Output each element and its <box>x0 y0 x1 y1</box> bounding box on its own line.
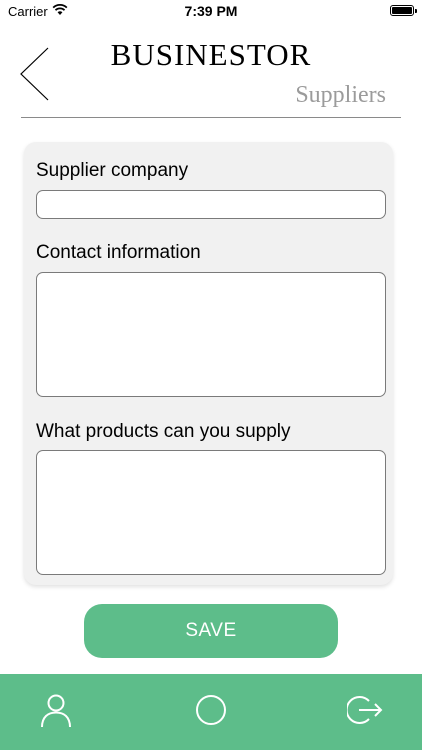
tab-logout[interactable] <box>345 690 385 730</box>
contact-information-input[interactable] <box>36 272 386 397</box>
supplier-form: Supplier company Contact information Wha… <box>24 142 393 585</box>
supplier-company-label: Supplier company <box>36 160 189 181</box>
status-time: 7:39 PM <box>184 3 238 19</box>
tab-home[interactable] <box>191 690 231 730</box>
battery-icon <box>390 5 417 16</box>
status-bar: Carrier 7:39 PM <box>0 0 422 22</box>
logout-icon <box>347 696 383 724</box>
header-divider <box>21 117 401 118</box>
supplier-company-input[interactable] <box>36 190 386 219</box>
tab-profile[interactable] <box>36 690 76 730</box>
circle-icon <box>196 695 226 725</box>
app-title: BUSINESTOR <box>110 37 312 72</box>
products-input[interactable] <box>36 450 386 575</box>
user-icon <box>41 694 71 728</box>
contact-information-label: Contact information <box>36 242 201 263</box>
products-label: What products can you supply <box>36 421 291 442</box>
tab-bar <box>0 674 422 750</box>
save-button[interactable]: SAVE <box>84 604 338 658</box>
page-subtitle: Suppliers <box>295 82 386 108</box>
